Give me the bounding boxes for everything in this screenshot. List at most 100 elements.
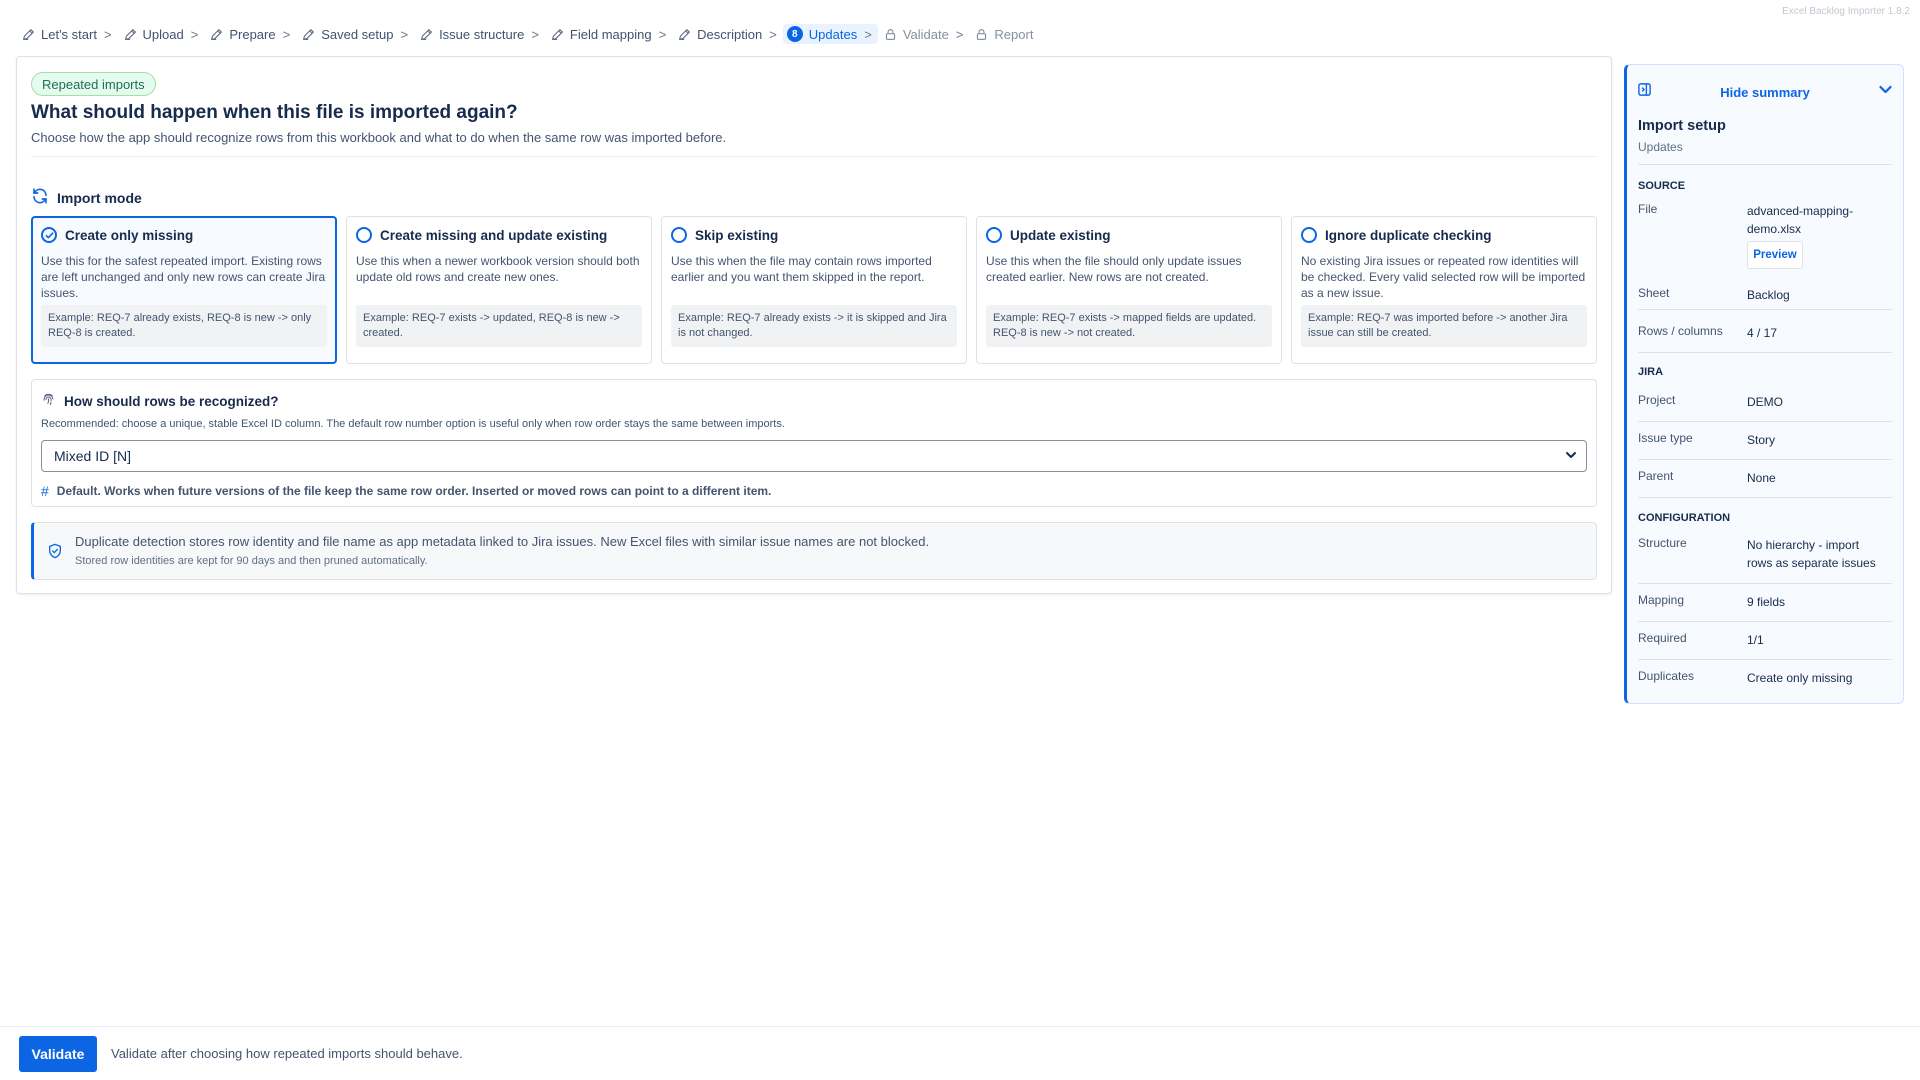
breadcrumb-step-upload[interactable]: Upload >: [124, 26, 199, 42]
mode-option-create-missing-and-update-existing[interactable]: Create missing and update existing Use th…: [346, 216, 652, 364]
radio-unchecked-icon[interactable]: [1301, 227, 1317, 243]
breadcrumb-step-saved-setup[interactable]: Saved setup >: [302, 27, 408, 42]
divider: [1638, 309, 1892, 310]
radio-unchecked-icon[interactable]: [356, 227, 372, 243]
summary-value: 9 fields: [1747, 595, 1786, 609]
divider: [1638, 421, 1892, 422]
summary-title: Import setup: [1638, 118, 1726, 134]
breadcrumb-label: Validate: [902, 26, 949, 42]
summary-value: DEMO: [1747, 395, 1783, 409]
mode-option-title: Create only missing: [65, 227, 194, 243]
breadcrumb-separator: >: [658, 26, 667, 42]
mode-option-update-existing[interactable]: Update existing Use this when the file sh…: [976, 216, 1282, 364]
summary-row-required: Required 1/1: [1638, 631, 1892, 649]
row-id-note-text: Default. Works when future versions of t…: [56, 484, 772, 498]
divider: [1638, 164, 1892, 165]
duplicate-detection-subtext: Stored row identities are kept for 90 da…: [75, 555, 428, 567]
chevron-down-icon[interactable]: [1878, 82, 1893, 102]
breadcrumb-separator: >: [103, 26, 112, 42]
mode-option-description: Use this when the file may contain rows …: [671, 254, 932, 284]
validate-button[interactable]: Validate: [19, 1036, 97, 1072]
mode-option-header: Update existing: [986, 227, 1272, 243]
summary-label: Rows / columns: [1638, 324, 1723, 338]
lock-icon: [884, 28, 897, 41]
divider: [1638, 659, 1892, 660]
duplicate-detection-info: Duplicate detection stores row identity …: [31, 522, 1597, 580]
mode-option-ignore-duplicate-checking[interactable]: Ignore duplicate checking No existing Jir…: [1291, 216, 1597, 364]
summary-label: Project: [1638, 393, 1676, 407]
mode-option-example: Example: REQ-7 already exists, REQ-8 is …: [41, 305, 327, 347]
pencil-icon: [551, 28, 564, 41]
page-description: Choose how the app should recognize rows…: [31, 130, 727, 145]
radio-unchecked-icon[interactable]: [986, 227, 1002, 243]
refresh-icon: [31, 187, 49, 208]
breadcrumb-label: Updates: [808, 26, 858, 42]
breadcrumb-label: Upload: [142, 26, 184, 42]
summary-label: Sheet: [1638, 286, 1670, 300]
summary-section-jira: JIRA: [1638, 366, 1664, 378]
breadcrumb-label: Description: [697, 26, 763, 42]
divider: [1638, 459, 1892, 460]
summary-value: 1/1: [1747, 633, 1764, 647]
summary-value: Story: [1747, 433, 1776, 447]
summary-value: Backlog: [1747, 288, 1790, 302]
summary-row-parent: Parent None: [1638, 469, 1892, 487]
import-summary-panel: Hide summary Import setup Updates SOURCE…: [1624, 64, 1904, 704]
breadcrumb-label: Report: [994, 26, 1034, 42]
mode-option-create-only-missing[interactable]: Create only missing Use this for the safe…: [31, 216, 337, 364]
divider: [1638, 583, 1892, 584]
chevron-down-icon: [1565, 448, 1577, 464]
breadcrumb-step-issue-structure[interactable]: Issue structure >: [420, 27, 539, 42]
summary-section-source: SOURCE: [1638, 180, 1686, 192]
breadcrumb-label: Field mapping: [569, 26, 652, 42]
hide-summary-button[interactable]: Hide summary: [1720, 85, 1810, 100]
breadcrumb-step-let-s-start[interactable]: Let's start >: [22, 27, 112, 42]
breadcrumb-separator: >: [864, 26, 872, 42]
breadcrumb-separator: >: [400, 26, 409, 42]
footer-note: Validate after choosing how repeated imp…: [111, 1046, 463, 1061]
breadcrumb-step-field-mapping[interactable]: Field mapping >: [551, 27, 666, 42]
breadcrumb-step-updates[interactable]: 8 Updates >: [782, 24, 878, 44]
row-recognition-heading-label: How should rows be recognized?: [64, 393, 279, 409]
row-recognition-card: How should rows be recognized? Recommend…: [31, 379, 1597, 507]
summary-row-structure: Structure No hierarchy - import rows as …: [1638, 536, 1892, 572]
import-mode-heading-label: Import mode: [57, 189, 142, 206]
fingerprint-icon: [41, 392, 56, 410]
breadcrumb-separator: >: [190, 26, 199, 42]
breadcrumb-step-prepare[interactable]: Prepare >: [210, 27, 290, 42]
hash-icon: #: [41, 483, 49, 499]
panel-icon: [1637, 82, 1652, 102]
radio-unchecked-icon[interactable]: [671, 227, 687, 243]
summary-label: Duplicates: [1638, 669, 1695, 683]
summary-value: 4 / 17: [1747, 326, 1778, 340]
summary-row-mapping: Mapping 9 fields: [1638, 593, 1892, 611]
preview-button[interactable]: Preview: [1747, 241, 1803, 269]
row-id-select-value: Mixed ID [N]: [54, 448, 132, 464]
mode-option-description: Use this when the file should only updat…: [986, 254, 1242, 284]
summary-value: No hierarchy - import rows as separate i…: [1747, 538, 1876, 570]
row-id-note: # Default. Works when future versions of…: [41, 483, 771, 499]
summary-section-configuration: CONFIGURATION: [1638, 512, 1731, 524]
divider: [1638, 497, 1892, 498]
footer-bar: Validate Validate after choosing how rep…: [0, 1026, 1920, 1080]
mode-option-description: Use this for the safest repeated import.…: [41, 254, 326, 300]
mode-option-title: Ignore duplicate checking: [1325, 227, 1492, 243]
radio-checked-icon[interactable]: [41, 227, 57, 243]
row-id-select[interactable]: Mixed ID [N]: [41, 440, 1587, 472]
breadcrumb-separator: >: [282, 26, 291, 42]
breadcrumb-separator: >: [955, 26, 964, 42]
summary-row-rows: Rows / columns 4 / 17: [1638, 324, 1892, 342]
breadcrumb-separator: >: [531, 26, 539, 42]
mode-option-example: Example: REQ-7 exists -> updated, REQ-8 …: [356, 305, 642, 347]
pencil-icon: [124, 28, 137, 41]
pencil-icon: [420, 28, 433, 41]
summary-subtitle: Updates: [1638, 140, 1683, 154]
pencil-icon: [210, 28, 223, 41]
breadcrumb-label: Saved setup: [321, 26, 394, 42]
mode-option-header: Create only missing: [41, 227, 327, 243]
mode-option-header: Skip existing: [671, 227, 957, 243]
breadcrumb-step-description[interactable]: Description >: [678, 27, 777, 42]
mode-option-skip-existing[interactable]: Skip existing Use this when the file may …: [661, 216, 967, 364]
summary-toggle[interactable]: Hide summary: [1637, 82, 1893, 102]
pencil-icon: [678, 28, 691, 41]
